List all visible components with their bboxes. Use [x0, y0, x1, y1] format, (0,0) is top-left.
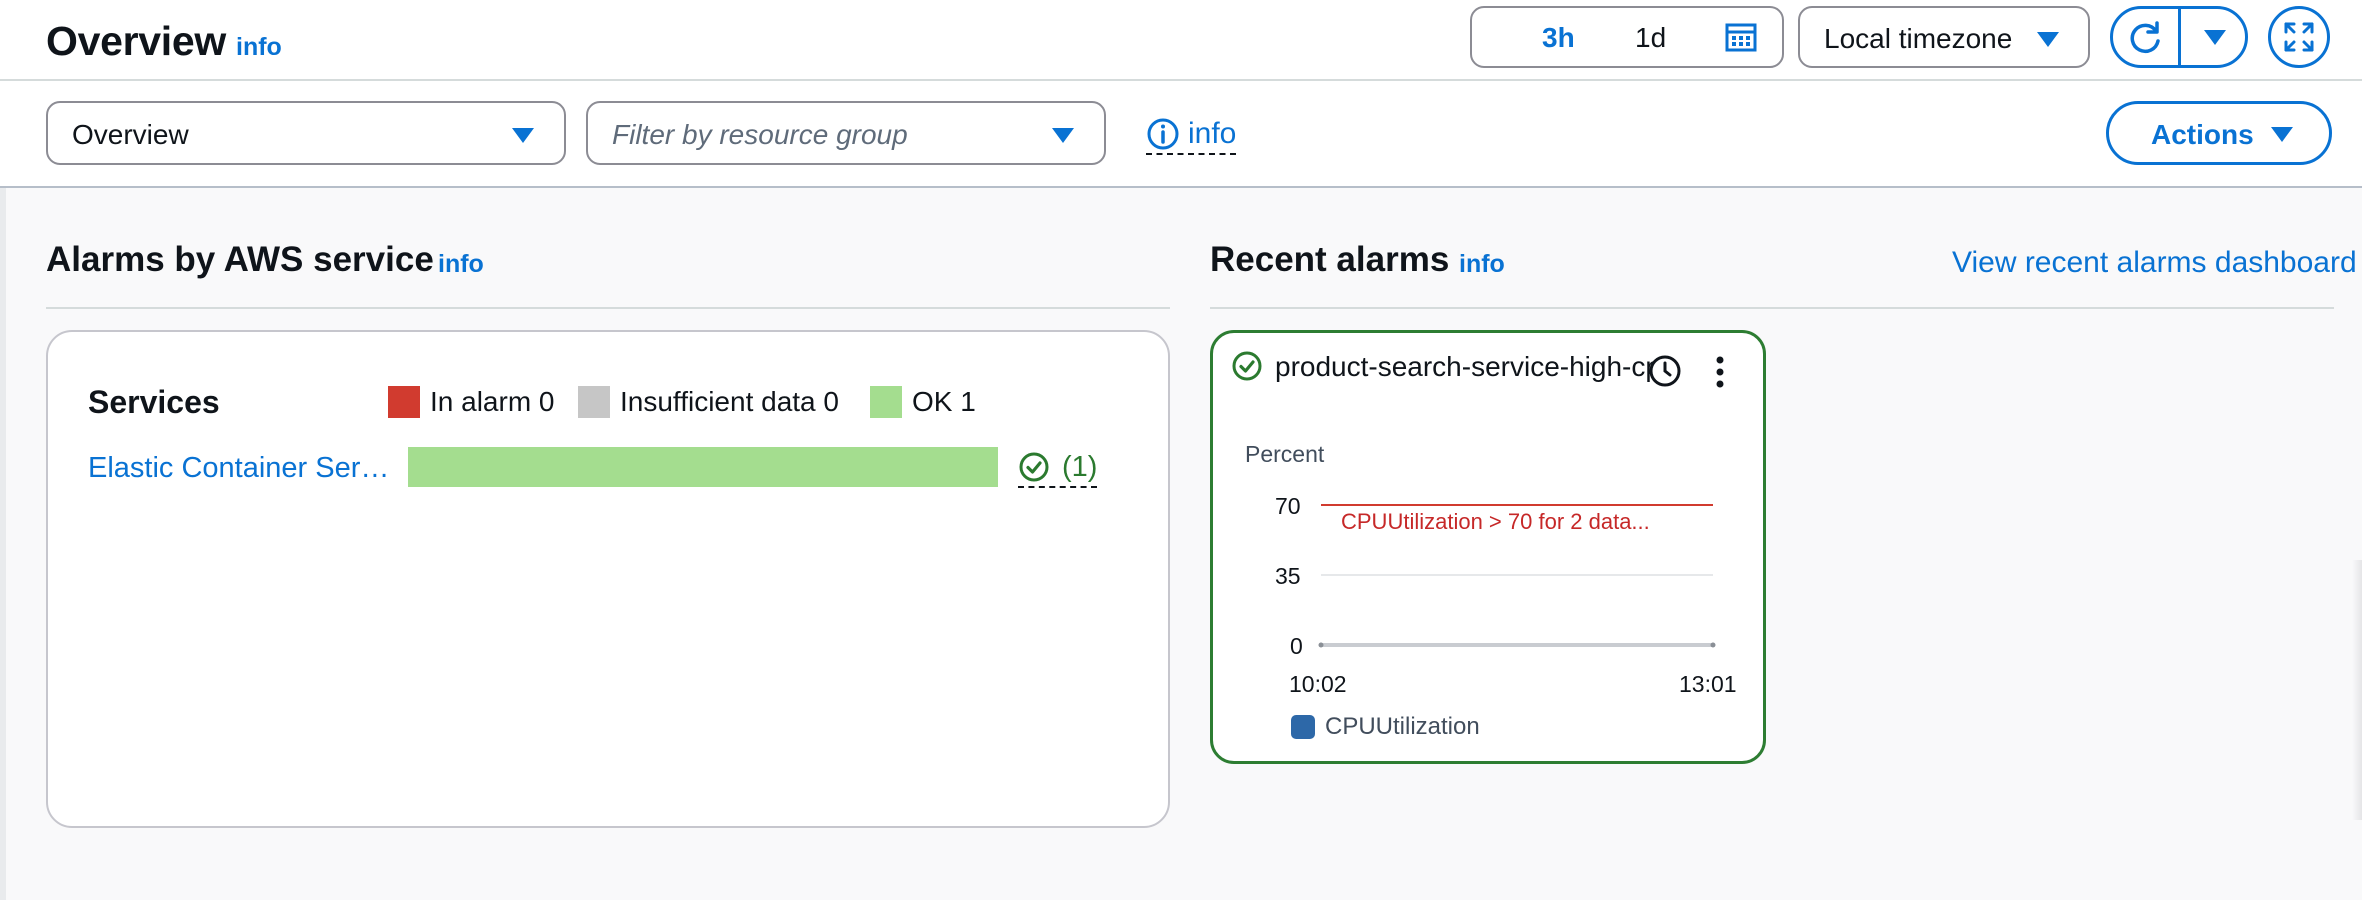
series-point	[1710, 642, 1716, 648]
section-divider	[46, 307, 1170, 309]
legend-ok: OK 1	[870, 386, 976, 418]
services-card: Services In alarm 0 Insufficient data 0 …	[46, 330, 1170, 828]
legend-swatch-cpu	[1291, 715, 1315, 739]
toolbar-info-label: info	[1188, 117, 1237, 150]
resource-group-filter[interactable]: Filter by resource group	[586, 101, 1106, 165]
toolbar-info-link[interactable]: info	[1146, 115, 1237, 155]
refresh-options-button[interactable]	[2196, 22, 2236, 54]
fullscreen-icon	[2284, 22, 2314, 52]
resource-group-placeholder: Filter by resource group	[612, 119, 908, 150]
legend-insufficient-data: Insufficient data 0	[578, 386, 839, 418]
chevron-down-icon	[1052, 128, 1074, 143]
timezone-value: Local timezone	[1824, 23, 2013, 54]
legend-label: Insufficient data 0	[620, 386, 839, 417]
section-divider	[1210, 307, 2334, 309]
chart-legend: CPUUtilization	[1291, 713, 1480, 741]
dashboard-toolbar: Overview Filter by resource group info A…	[0, 81, 2362, 188]
time-range-1d[interactable]: 1d	[1635, 22, 1666, 54]
service-count-label: (1)	[1062, 450, 1098, 483]
alarms-by-service-title: Alarms by AWS service	[46, 240, 434, 279]
refresh-icon[interactable]	[2126, 19, 2164, 57]
view-recent-alarms-dashboard-link[interactable]: View recent alarms dashboard	[1952, 246, 2357, 280]
info-icon	[1147, 118, 1179, 150]
legend-in-alarm: In alarm 0	[388, 386, 555, 418]
fullscreen-button[interactable]	[2268, 6, 2330, 68]
chevron-down-icon	[512, 128, 534, 143]
recent-alarms-title: Recent alarms	[1210, 240, 1450, 279]
chevron-down-icon	[2037, 32, 2059, 47]
alarm-card[interactable]: product-search-service-high-cpu Percent …	[1210, 330, 1766, 764]
refresh-button-group	[2110, 6, 2248, 68]
actions-button[interactable]: Actions	[2106, 101, 2332, 165]
legend-series-label: CPUUtilization	[1325, 713, 1480, 740]
time-range-selector: 3h 1d	[1470, 6, 1784, 68]
dashboard-select[interactable]: Overview	[46, 101, 566, 165]
legend-swatch-ok	[870, 386, 902, 418]
services-heading: Services	[88, 384, 220, 420]
service-ok-count[interactable]: (1)	[1018, 448, 1098, 488]
time-range-3h[interactable]: 3h	[1542, 22, 1575, 54]
edge-shadow	[2352, 560, 2362, 820]
ok-status-icon	[1019, 452, 1049, 482]
chevron-down-icon	[2271, 127, 2293, 142]
series-point	[1318, 642, 1324, 648]
recent-alarms-info-link[interactable]: info	[1459, 250, 1505, 279]
legend-swatch-insufficient	[578, 386, 610, 418]
legend-label: In alarm 0	[430, 386, 555, 417]
alarms-by-service-info-link[interactable]: info	[438, 250, 484, 279]
page-header: Overview info 3h 1d Local timezone	[0, 0, 2362, 81]
calendar-icon[interactable]	[1725, 22, 1757, 52]
threshold-annotation: CPUUtilization > 70 for 2 data...	[1341, 509, 1650, 534]
dashboard-select-value: Overview	[72, 119, 189, 150]
legend-label: OK 1	[912, 386, 976, 417]
chevron-down-icon	[2204, 30, 2226, 45]
service-link-ecs[interactable]: Elastic Container Ser…	[88, 452, 389, 485]
actions-label: Actions	[2151, 119, 2254, 150]
legend-swatch-in-alarm	[388, 386, 420, 418]
title-info-link[interactable]: info	[236, 33, 282, 62]
page-title: Overview	[46, 18, 226, 64]
refresh-divider	[2178, 9, 2181, 65]
timezone-select[interactable]: Local timezone	[1798, 6, 2090, 68]
alarm-chart	[1318, 504, 1716, 648]
service-ok-bar	[408, 447, 998, 487]
